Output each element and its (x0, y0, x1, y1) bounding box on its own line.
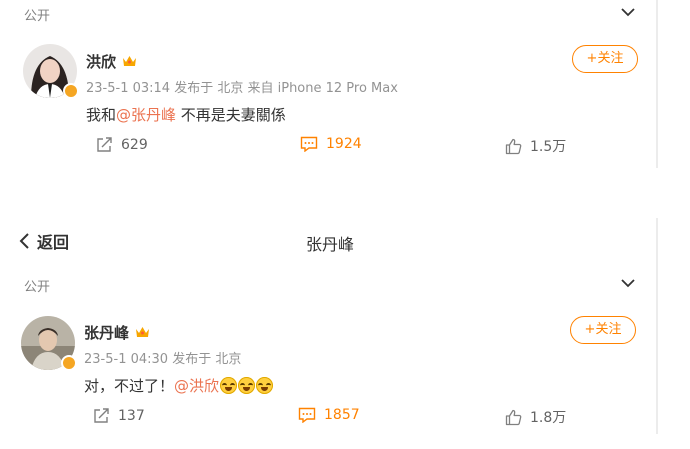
chevron-down-icon[interactable] (619, 274, 637, 292)
follow-button[interactable]: +关注 (570, 316, 636, 344)
laugh-cry-emoji-icon (256, 377, 274, 394)
post-time[interactable]: 23-5-1 03:14 (86, 81, 170, 96)
share-icon (97, 137, 112, 152)
post-source: 来自 iPhone 12 Pro Max (247, 81, 398, 96)
content-text: 对，不过了！ (84, 377, 175, 395)
share-button[interactable]: 137 (93, 407, 145, 424)
top-nav-bar: 返回 张丹峰 (0, 226, 660, 258)
share-icon (94, 408, 109, 423)
comment-count: 1924 (326, 136, 362, 152)
like-button[interactable]: 1.8万 (505, 407, 566, 427)
share-button[interactable]: 629 (96, 136, 148, 153)
post-meta: 23-5-1 03:14 发布于 北京 来自 iPhone 12 Pro Max (86, 77, 398, 96)
post-meta: 23-5-1 04:30 发布于 北京 (84, 348, 241, 367)
comment-count: 1857 (324, 407, 360, 423)
username[interactable]: 张丹峰 (84, 322, 129, 343)
comment-icon (300, 136, 318, 152)
content-text-after: 不再是夫妻關係 (176, 106, 286, 124)
mention-link[interactable]: @洪欣 (174, 377, 219, 395)
follow-button[interactable]: +关注 (572, 45, 638, 73)
divider (656, 218, 658, 434)
post-location: 发布于 北京 (172, 352, 242, 367)
laugh-cry-emoji-icon (238, 377, 256, 394)
verified-badge-icon (63, 83, 79, 99)
like-count: 1.8万 (530, 410, 567, 426)
mention-link[interactable]: @张丹峰 (116, 106, 176, 124)
comment-icon (298, 407, 316, 423)
content-text: 我和 (86, 106, 117, 124)
divider (656, 0, 658, 168)
post-card-honxin: 公开 洪欣 23-5-1 03:14 发布于 北京 来自 iPhone 12 P… (0, 0, 660, 168)
post-location: 发布于 北京 (174, 81, 244, 96)
comment-button[interactable]: 1924 (300, 136, 362, 152)
thumbs-up-icon (505, 138, 522, 154)
share-count: 629 (121, 136, 148, 153)
laugh-cry-emoji-icon (220, 377, 238, 394)
like-count: 1.5万 (530, 139, 567, 155)
post-content: 我和@张丹峰 不再是夫妻關係 (86, 104, 286, 125)
visibility-label: 公开 (24, 280, 51, 295)
username[interactable]: 洪欣 (86, 51, 116, 72)
avatar[interactable] (21, 316, 77, 371)
share-count: 137 (118, 407, 145, 424)
crown-icon (123, 56, 136, 66)
thumbs-up-icon (505, 409, 522, 425)
page-title: 张丹峰 (305, 235, 354, 254)
post-content: 对，不过了！@洪欣 (84, 375, 274, 396)
verified-badge-icon (61, 355, 77, 371)
avatar[interactable] (23, 44, 79, 99)
chevron-down-icon[interactable] (619, 3, 637, 21)
visibility-label: 公开 (24, 9, 51, 24)
comment-button[interactable]: 1857 (298, 407, 360, 423)
post-time[interactable]: 23-5-1 04:30 (84, 352, 168, 367)
like-button[interactable]: 1.5万 (505, 136, 566, 156)
crown-icon (136, 327, 149, 337)
post-card-zhangdanfeng: 公开 张丹峰 23-5-1 04:30 发布于 北京 对，不过了！@洪欣 +关注 (0, 268, 660, 449)
